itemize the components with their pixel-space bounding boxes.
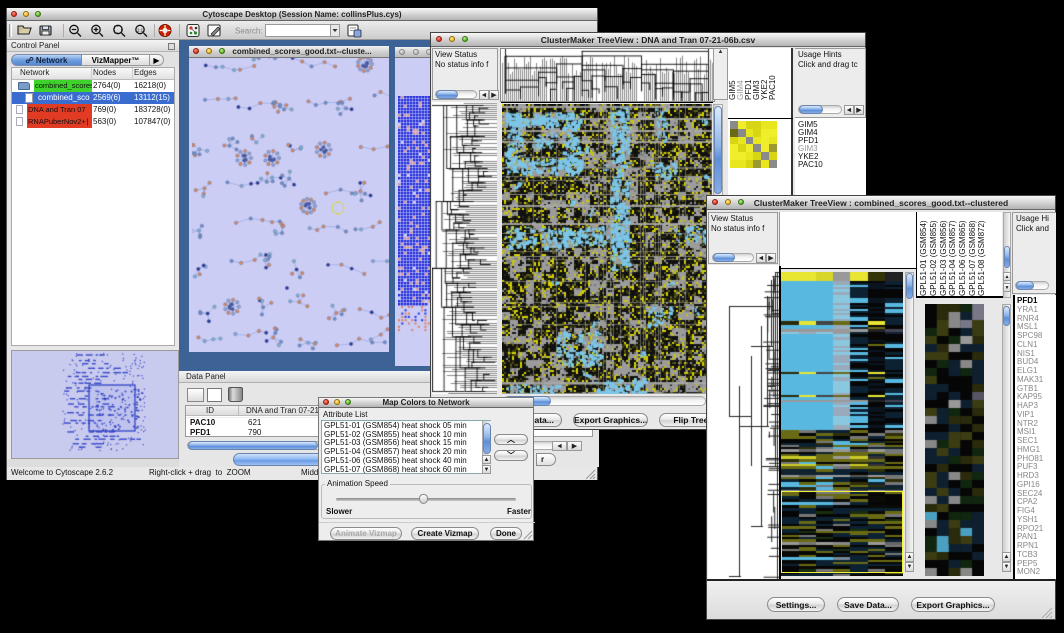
svg-text:Search:: Search: [235,27,263,36]
svg-text:1:1: 1:1 [137,28,144,33]
